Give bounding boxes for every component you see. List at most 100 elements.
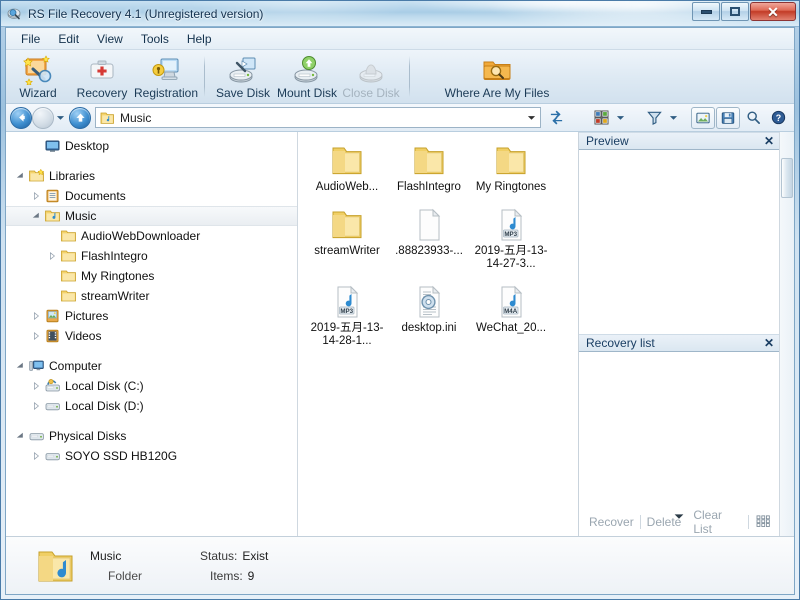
filter-funnel-button[interactable] — [642, 107, 666, 129]
expander-collapsed-icon[interactable] — [44, 248, 60, 264]
scrollbar-track-top[interactable] — [780, 132, 794, 158]
help-icon: ? — [771, 110, 786, 125]
address-chevron-down-icon[interactable] — [524, 113, 538, 122]
tree-item-desktop[interactable]: Desktop — [6, 136, 297, 156]
wizard-button[interactable]: Wizard — [6, 52, 70, 100]
up-button[interactable] — [69, 107, 91, 129]
tree-item-videos[interactable]: Videos — [6, 326, 297, 346]
close-icon[interactable]: ✕ — [764, 337, 774, 349]
menu-view[interactable]: View — [88, 29, 132, 49]
tree-item-documents[interactable]: Documents — [6, 186, 297, 206]
folder-tree[interactable]: Desktop Libraries — [6, 132, 298, 536]
address-bar[interactable]: Music — [95, 107, 541, 128]
maximize-button[interactable] — [721, 2, 749, 21]
filter-chevron-down-icon[interactable] — [666, 107, 680, 129]
vertical-scrollbar[interactable] — [779, 132, 794, 536]
save-disk-icon — [227, 55, 259, 85]
save-disk-button[interactable]: Save Disk — [211, 52, 275, 100]
expander-collapsed-icon[interactable] — [28, 378, 44, 394]
recovery-button[interactable]: Recovery — [70, 52, 134, 100]
file-item[interactable]: AudioWeb... — [310, 138, 384, 194]
menu-edit[interactable]: Edit — [49, 29, 88, 49]
file-item[interactable]: FlashIntegro — [392, 138, 466, 194]
recover-button[interactable]: Recover — [583, 515, 640, 529]
file-list[interactable]: AudioWeb... FlashIntegro — [298, 132, 579, 536]
tree-item-music[interactable]: Music — [6, 206, 297, 226]
expander-collapsed-icon[interactable] — [28, 448, 44, 464]
tree-item-flashintegro[interactable]: FlashIntegro — [6, 246, 297, 266]
list-grid-icon[interactable] — [749, 515, 775, 530]
save-disk-label: Save Disk — [216, 86, 270, 100]
menu-file[interactable]: File — [12, 29, 49, 49]
preview-image-icon — [696, 111, 710, 125]
tree-item-computer[interactable]: Computer — [6, 356, 297, 376]
tree-item-pictures[interactable]: Pictures — [6, 306, 297, 326]
tree-item-streamwriter[interactable]: streamWriter — [6, 286, 297, 306]
help-button[interactable]: ? — [766, 107, 790, 129]
file-item[interactable]: My Ringtones — [474, 138, 548, 194]
file-item[interactable]: streamWriter — [310, 202, 384, 271]
tree-item-soyo-ssd[interactable]: SOYO SSD HB120G — [6, 446, 297, 466]
address-text[interactable]: Music — [120, 111, 524, 125]
preview-toggle-button[interactable] — [691, 107, 715, 129]
file-item[interactable]: MP3 2019-五月-13-14-27-3... — [474, 202, 548, 271]
view-mode-chevron-down-icon[interactable] — [613, 107, 627, 129]
tree-item-my-ringtones[interactable]: My Ringtones — [6, 266, 297, 286]
folder-icon — [327, 142, 367, 180]
back-button[interactable] — [10, 107, 32, 129]
mount-disk-button[interactable]: Mount Disk — [275, 52, 339, 100]
expander-expanded-icon[interactable] — [12, 168, 28, 184]
close-disk-button[interactable]: Close Disk — [339, 52, 403, 100]
music-folder-large-icon — [34, 544, 78, 588]
file-item[interactable]: .88823933-... — [392, 202, 466, 271]
menu-help[interactable]: Help — [178, 29, 221, 49]
refresh-button[interactable] — [544, 107, 568, 129]
expander-expanded-icon[interactable] — [12, 428, 28, 444]
items-label: Items: — [210, 569, 243, 583]
forward-button[interactable] — [32, 107, 54, 129]
navigation-bar: Music — [6, 104, 794, 132]
menu-tools[interactable]: Tools — [132, 29, 178, 49]
file-item[interactable]: desktop.ini — [392, 279, 466, 348]
clear-list-button[interactable]: Clear List — [687, 508, 748, 536]
tree-item-audiowebdownloader[interactable]: AudioWebDownloader — [6, 226, 297, 246]
tree-item-label: Physical Disks — [49, 429, 126, 443]
registration-button[interactable]: Registration — [134, 52, 198, 100]
file-item[interactable]: M4A WeChat_20... — [474, 279, 548, 348]
tree-item-label: FlashIntegro — [81, 249, 148, 263]
status-item-type: Folder — [90, 566, 200, 586]
close-icon[interactable]: ✕ — [764, 135, 774, 147]
registration-label: Registration — [134, 86, 198, 100]
tree-item-libraries[interactable]: Libraries — [6, 166, 297, 186]
chevron-down-icon — [56, 113, 65, 122]
svg-text:M4A: M4A — [504, 308, 518, 315]
tree-item-local-disk-d[interactable]: Local Disk (D:) — [6, 396, 297, 416]
scrollbar-thumb[interactable] — [781, 158, 793, 198]
expander-collapsed-icon[interactable] — [28, 398, 44, 414]
search-button[interactable] — [741, 107, 765, 129]
wizard-icon — [22, 55, 54, 85]
tree-item-physical-disks[interactable]: Physical Disks — [6, 426, 297, 446]
floppy-save-icon — [721, 111, 735, 125]
ini-file-icon — [409, 283, 449, 321]
chevron-down-icon[interactable] — [674, 509, 685, 523]
where-are-my-files-button[interactable]: Where Are My Files — [442, 52, 552, 100]
videos-library-icon — [44, 328, 61, 344]
expander-expanded-icon[interactable] — [12, 358, 28, 374]
expander-collapsed-icon[interactable] — [28, 308, 44, 324]
recovery-list-body[interactable] — [579, 352, 779, 508]
close-button[interactable]: ✕ — [750, 2, 796, 21]
right-panels: Preview ✕ Recovery list ✕ — [579, 132, 779, 536]
expander-expanded-icon[interactable] — [28, 208, 44, 224]
m4a-file-icon: M4A — [491, 283, 531, 321]
save-button[interactable] — [716, 107, 740, 129]
file-item[interactable]: MP3 2019-五月-13-14-28-1... — [310, 279, 384, 348]
expander-collapsed-icon[interactable] — [28, 188, 44, 204]
drive-icon — [44, 448, 61, 464]
view-mode-button[interactable] — [589, 107, 613, 129]
minimize-button[interactable] — [692, 2, 720, 21]
tree-item-local-disk-c[interactable]: Local Disk (C:) — [6, 376, 297, 396]
toolbar: Wizard Recovery — [6, 50, 794, 104]
history-dropdown-button[interactable] — [54, 107, 67, 129]
expander-collapsed-icon[interactable] — [28, 328, 44, 344]
